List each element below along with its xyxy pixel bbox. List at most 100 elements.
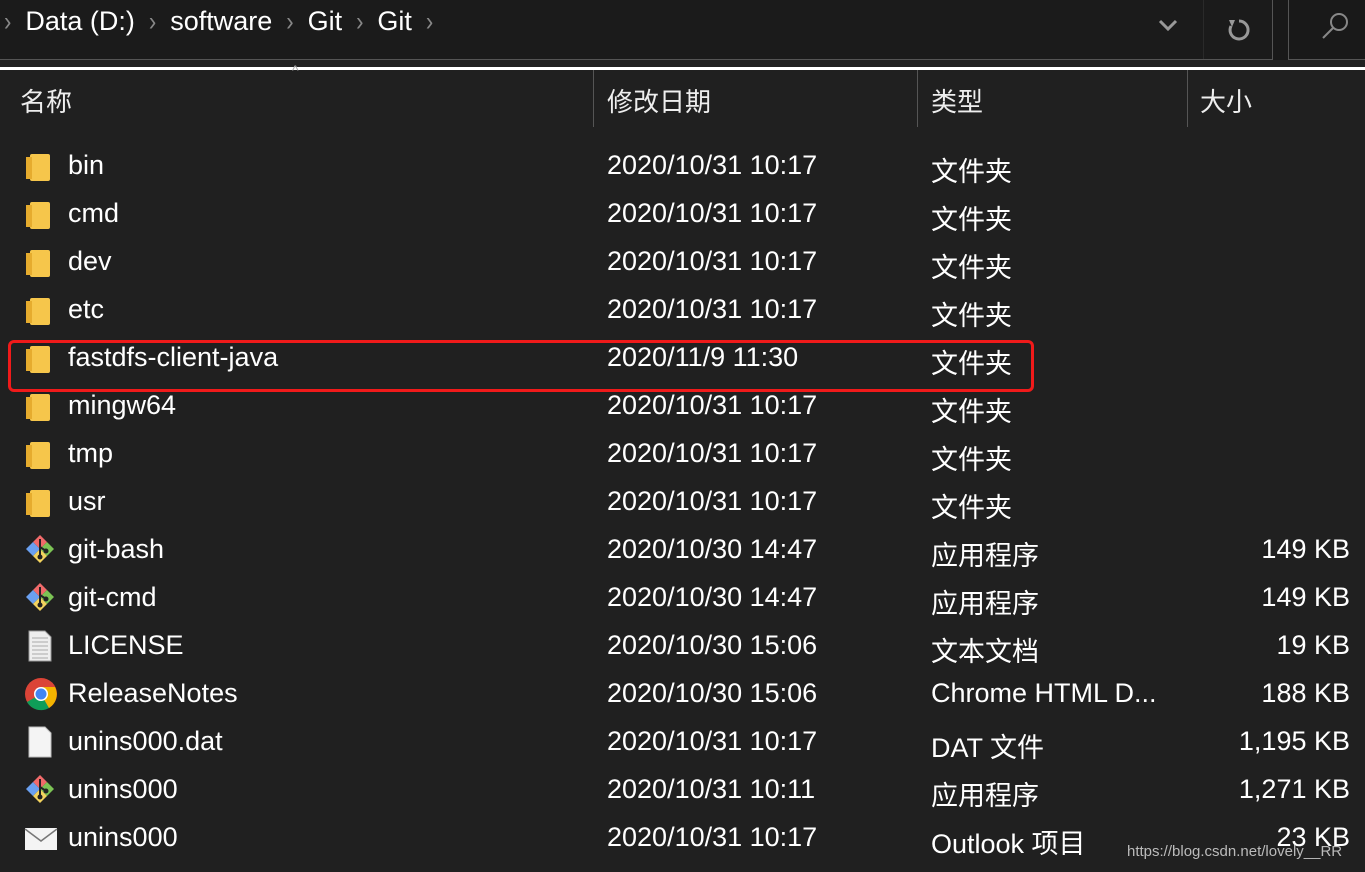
refresh-icon: [1228, 18, 1250, 40]
file-date: 2020/10/31 10:17: [607, 390, 818, 420]
file-name: usr: [68, 486, 106, 516]
file-size: 1,271 KB: [1238, 774, 1350, 804]
folder-icon: [24, 485, 56, 519]
breadcrumb-item[interactable]: Data (D:): [25, 6, 135, 37]
file-type: 应用程序: [931, 541, 1039, 571]
file-type: Outlook 项目: [931, 829, 1086, 859]
file-type: 应用程序: [931, 781, 1039, 811]
title-bar: › Data (D:) › software › Git › Git ›: [0, 0, 1365, 60]
breadcrumb-item[interactable]: software: [170, 6, 272, 37]
file-name: ReleaseNotes: [68, 678, 238, 708]
file-type: 文件夹: [931, 445, 1012, 475]
breadcrumb-separator[interactable]: ›: [286, 6, 293, 37]
file-date: 2020/10/31 10:11: [607, 774, 816, 804]
search-box[interactable]: [1288, 0, 1365, 60]
breadcrumb-item[interactable]: Git: [308, 6, 343, 37]
file-name: unins000.dat: [68, 726, 223, 756]
file-row[interactable]: cmd 2020/10/31 10:17 文件夹: [0, 190, 1365, 238]
breadcrumb-separator[interactable]: ›: [356, 6, 363, 37]
breadcrumb: › Data (D:) › software › Git › Git ›: [0, 6, 447, 37]
git-icon: [24, 581, 56, 615]
file-row[interactable]: usr 2020/10/31 10:17 文件夹: [0, 478, 1365, 526]
file-date: 2020/10/31 10:17: [607, 438, 818, 468]
chrome-icon: [24, 677, 57, 711]
column-resize-handle[interactable]: [1187, 70, 1188, 127]
file-type: 文件夹: [931, 301, 1012, 331]
file-row[interactable]: dev 2020/10/31 10:17 文件夹: [0, 238, 1365, 286]
file-type: 文本文档: [931, 637, 1039, 667]
chevron-down-icon[interactable]: [1155, 12, 1181, 38]
file-name: LICENSE: [68, 630, 184, 660]
folder-icon: [24, 389, 56, 423]
file-size: 149 KB: [1261, 582, 1350, 612]
file-size: 188 KB: [1261, 678, 1350, 708]
file-name: cmd: [68, 198, 120, 228]
file-type: 应用程序: [931, 589, 1039, 619]
file-name: git-cmd: [68, 582, 157, 612]
git-icon: [24, 533, 56, 567]
file-row[interactable]: tmp 2020/10/31 10:17 文件夹: [0, 430, 1365, 478]
folder-icon: [24, 149, 56, 183]
file-row[interactable]: ReleaseNotes 2020/10/30 15:06 Chrome HTM…: [0, 670, 1365, 718]
file-date: 2020/10/31 10:17: [607, 246, 818, 276]
file-date: 2020/10/31 10:17: [607, 822, 818, 852]
file-row[interactable]: git-cmd 2020/10/30 14:47 应用程序 149 KB: [0, 574, 1365, 622]
file-date: 2020/10/30 14:47: [607, 582, 818, 612]
sort-ascending-icon: ^: [292, 62, 299, 78]
file-row[interactable]: bin 2020/10/31 10:17 文件夹: [0, 142, 1365, 190]
mail-icon: [24, 821, 58, 855]
highlight-box: [8, 340, 1034, 392]
breadcrumb-item[interactable]: Git: [377, 6, 412, 37]
column-header-size[interactable]: 大小: [1200, 82, 1252, 119]
file-name: unins000: [68, 822, 178, 852]
file-type: Chrome HTML D...: [931, 678, 1157, 708]
text-icon: [24, 629, 56, 663]
address-bar[interactable]: › Data (D:) › software › Git › Git ›: [0, 0, 1273, 60]
watermark: https://blog.csdn.net/lovely__RR: [1127, 843, 1343, 860]
file-date: 2020/10/31 10:17: [607, 726, 818, 756]
file-date: 2020/10/31 10:17: [607, 486, 818, 516]
file-date: 2020/10/30 15:06: [607, 630, 818, 660]
file-type: 文件夹: [931, 397, 1012, 427]
git-icon: [24, 773, 56, 807]
file-name: etc: [68, 294, 105, 324]
folder-icon: [24, 437, 56, 471]
file-row[interactable]: unins000.dat 2020/10/31 10:17 DAT 文件 1,1…: [0, 718, 1365, 766]
file-type: DAT 文件: [931, 733, 1045, 763]
file-date: 2020/10/30 14:47: [607, 534, 818, 564]
file-type: 文件夹: [931, 253, 1012, 283]
column-header-date[interactable]: 修改日期: [607, 82, 711, 119]
file-date: 2020/10/31 10:17: [607, 198, 818, 228]
folder-icon: [24, 245, 56, 279]
file-icon: [24, 725, 56, 759]
file-name: unins000: [68, 774, 178, 804]
file-name: tmp: [68, 438, 114, 468]
file-type: 文件夹: [931, 157, 1012, 187]
column-header: 名称 修改日期 类型 大小: [0, 70, 1365, 128]
column-resize-handle[interactable]: [917, 70, 918, 127]
file-type: 文件夹: [931, 493, 1012, 523]
column-header-name[interactable]: 名称: [20, 82, 72, 119]
file-name: dev: [68, 246, 112, 276]
file-date: 2020/10/31 10:17: [607, 150, 818, 180]
file-size: 19 KB: [1276, 630, 1350, 660]
file-row[interactable]: unins000 2020/10/31 10:11 应用程序 1,271 KB: [0, 766, 1365, 814]
column-resize-handle[interactable]: [593, 70, 594, 127]
folder-icon: [24, 197, 56, 231]
breadcrumb-separator[interactable]: ›: [426, 6, 433, 37]
file-type: 文件夹: [931, 205, 1012, 235]
column-header-type[interactable]: 类型: [931, 82, 983, 119]
file-date: 2020/10/30 15:06: [607, 678, 818, 708]
folder-icon: [24, 293, 56, 327]
refresh-button[interactable]: [1203, 0, 1273, 59]
file-row[interactable]: git-bash 2020/10/30 14:47 应用程序 149 KB: [0, 526, 1365, 574]
breadcrumb-separator[interactable]: ›: [149, 6, 156, 37]
search-icon: [1322, 13, 1348, 39]
file-row[interactable]: etc 2020/10/31 10:17 文件夹: [0, 286, 1365, 334]
breadcrumb-separator: ›: [4, 5, 12, 36]
file-name: mingw64: [68, 390, 177, 420]
file-size: 1,195 KB: [1238, 726, 1350, 756]
file-date: 2020/10/31 10:17: [607, 294, 818, 324]
file-size: 149 KB: [1261, 534, 1350, 564]
file-row[interactable]: LICENSE 2020/10/30 15:06 文本文档 19 KB: [0, 622, 1365, 670]
